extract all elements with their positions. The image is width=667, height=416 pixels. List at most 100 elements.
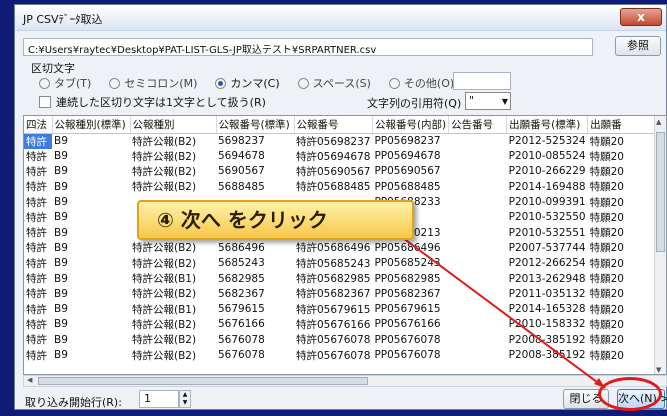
table-cell: 5676166 <box>218 318 265 331</box>
radio-icon <box>388 77 400 89</box>
column-header[interactable]: 公告番号 <box>448 116 508 134</box>
scroll-down-icon[interactable]: ▼ <box>656 366 661 374</box>
quote-select[interactable]: " ▼ <box>465 92 511 110</box>
hscroll-thumb[interactable] <box>38 377 368 385</box>
browse-button[interactable]: 参照 <box>615 36 661 56</box>
stepper-up-icon[interactable]: ▲ <box>183 391 188 398</box>
table-row[interactable]: 特許 B9 特許公報(B2) 5685243 特許05685243 PP05685243 P… <box>24 256 660 271</box>
start-row-stepper[interactable]: ▲ ▼ <box>179 390 191 408</box>
table-row[interactable]: 特許 B9 特許公報(B2) 5676078 特許05676078 PP05676078 P… <box>24 332 660 347</box>
column-header[interactable]: 四法 <box>24 116 53 134</box>
window-title: JP CSVﾃﾞｰﾀ取込 <box>23 13 103 26</box>
vertical-scrollbar[interactable]: ▲ ▼ <box>654 116 666 374</box>
table-cell: P2008-385192 <box>508 349 586 361</box>
column-header[interactable]: 出願番号(標準) <box>506 116 589 134</box>
table-cell: P2010-532550 <box>508 211 586 224</box>
window-close-button[interactable]: x <box>620 8 662 26</box>
column-header[interactable]: 公報番号(標準) <box>216 116 295 134</box>
table-row[interactable]: 特許 B9 特許公報(B2) 5676078 特許05676078 PP05676078 P… <box>24 347 660 362</box>
radio-semicolon[interactable]: セミコロン(M) <box>109 75 197 91</box>
table-cell: 特許05682985 <box>296 273 371 286</box>
table-cell: P2008-385192 <box>508 333 586 346</box>
table-cell: 特許 <box>26 288 47 301</box>
table-cell: 特許05676078 <box>296 349 371 362</box>
table-cell: 特許05676166 <box>296 318 371 331</box>
table-cell: P2010-099391 <box>508 196 586 209</box>
table-cell <box>449 301 507 316</box>
table-cell: B9 <box>54 165 68 178</box>
table-cell: 特願20 <box>589 242 624 255</box>
consecutive-checkbox[interactable]: 連続した区切り文字は1文字として扱う(R) <box>39 94 266 110</box>
table-cell: 5686496 <box>218 241 265 254</box>
column-header[interactable]: 公報種別(標準) <box>52 116 131 134</box>
table-cell <box>449 164 507 179</box>
radio-space[interactable]: スペース(S) <box>297 75 371 91</box>
table-cell: 特願20 <box>589 150 624 163</box>
table-cell: 特許 <box>26 181 47 194</box>
table-cell: 特許 <box>26 273 47 286</box>
table-row[interactable]: 特許 B9 特許公報(B2) 5676166 特許05676166 PP05676166 P… <box>24 317 660 332</box>
table-cell: 特許 <box>26 242 47 255</box>
table-row[interactable]: 特許 B9 特許公報(B1) 5682985 特許05682985 PP05682985 P… <box>24 271 660 286</box>
table-cell: 5682367 <box>218 287 265 300</box>
column-header[interactable]: 公報番号 <box>294 116 373 134</box>
table-row[interactable]: 特許 B9 特許公報(B1) 5679615 特許05679615 PP05679615 P… <box>24 301 660 316</box>
table-cell: B9 <box>54 272 68 285</box>
table-cell: PP05676078 <box>374 333 441 346</box>
table-cell: 特許 <box>26 349 47 362</box>
table-cell: 特許 <box>26 334 47 347</box>
table-cell <box>449 271 507 286</box>
table-cell: 5694678 <box>218 150 265 163</box>
table-row[interactable]: 特許 B9 特許公報(B2) 5690567 特許05690567 PP05690567 P… <box>24 164 660 179</box>
table-cell: 特願20 <box>589 211 624 224</box>
table-row[interactable]: 特許 B9 特許公報(B2) 5682367 特許05682367 PP05682367 P… <box>24 286 660 301</box>
scroll-up-icon[interactable]: ▲ <box>656 118 661 126</box>
stepper-down-icon[interactable]: ▼ <box>183 399 188 406</box>
start-row-input[interactable]: 1 <box>139 390 179 408</box>
table-cell: 特許公報(B2) <box>132 165 197 178</box>
scroll-thumb[interactable] <box>656 132 665 252</box>
table-cell <box>449 210 507 225</box>
table-cell <box>449 149 507 164</box>
table-cell: B9 <box>54 241 68 254</box>
table-cell: 特許 <box>26 303 47 316</box>
table-cell: 特許05690567 <box>296 165 371 178</box>
table-row[interactable]: 特許 B9 特許公報(B2) 5686496 特許05686496 PP05686496 P… <box>24 240 660 255</box>
file-path-field[interactable]: C:¥Users¥raytec¥Desktop¥PAT-LIST-GLS-JP取… <box>23 38 593 56</box>
table-cell: PP05698237 <box>374 135 441 147</box>
table-cell: P2012-525324 <box>508 135 586 147</box>
table-cell <box>449 240 507 255</box>
table-cell <box>449 256 507 271</box>
table-cell: 特願20 <box>589 288 624 301</box>
table-cell <box>449 286 507 301</box>
table-cell: 特許公報(B2) <box>132 135 197 148</box>
table-cell: 特願20 <box>589 303 624 316</box>
table-row[interactable]: 特許 B9 特許公報(B2) 5698237 特許05698237 PP05698237 P… <box>24 133 660 149</box>
table-cell: PP05686496 <box>374 241 441 254</box>
table-cell: P2012-266254 <box>508 257 586 270</box>
column-header[interactable]: 公報種別 <box>130 116 217 134</box>
table-cell <box>449 133 507 149</box>
radio-other[interactable]: その他(O): <box>388 75 458 91</box>
table-cell: 特許公報(B2) <box>132 334 197 347</box>
table-cell: 特願20 <box>589 181 624 194</box>
table-cell: B9 <box>54 135 68 147</box>
horizontal-scrollbar[interactable]: ◀ <box>23 375 667 387</box>
table-cell: 特許公報(B2) <box>132 181 197 194</box>
table-cell: 特許公報(B2) <box>132 318 197 331</box>
radio-comma[interactable]: カンマ(C) <box>215 75 280 91</box>
column-header[interactable]: 出願番 <box>587 116 661 134</box>
table-cell: 5676078 <box>218 349 265 361</box>
radio-icon <box>297 77 309 89</box>
instruction-callout: ④ 次へ をクリック <box>137 200 414 240</box>
table-row[interactable]: 特許 B9 特許公報(B2) 5694678 特許05694678 PP05694678 P… <box>24 149 660 164</box>
scroll-left-icon[interactable]: ◀ <box>27 376 32 384</box>
radio-tab[interactable]: タブ(T) <box>39 75 91 91</box>
radio-icon <box>109 77 121 89</box>
table-cell: 特許05682367 <box>296 288 371 301</box>
table-cell: 特許公報(B2) <box>132 257 197 270</box>
table-row[interactable]: 特許 B9 特許公報(B2) 5688485 特許05688485 PP05688485 P… <box>24 179 660 194</box>
other-separator-input[interactable] <box>453 72 511 90</box>
column-header[interactable]: 公報番号(内部) <box>372 116 450 134</box>
table-cell: PP05682367 <box>374 287 441 300</box>
